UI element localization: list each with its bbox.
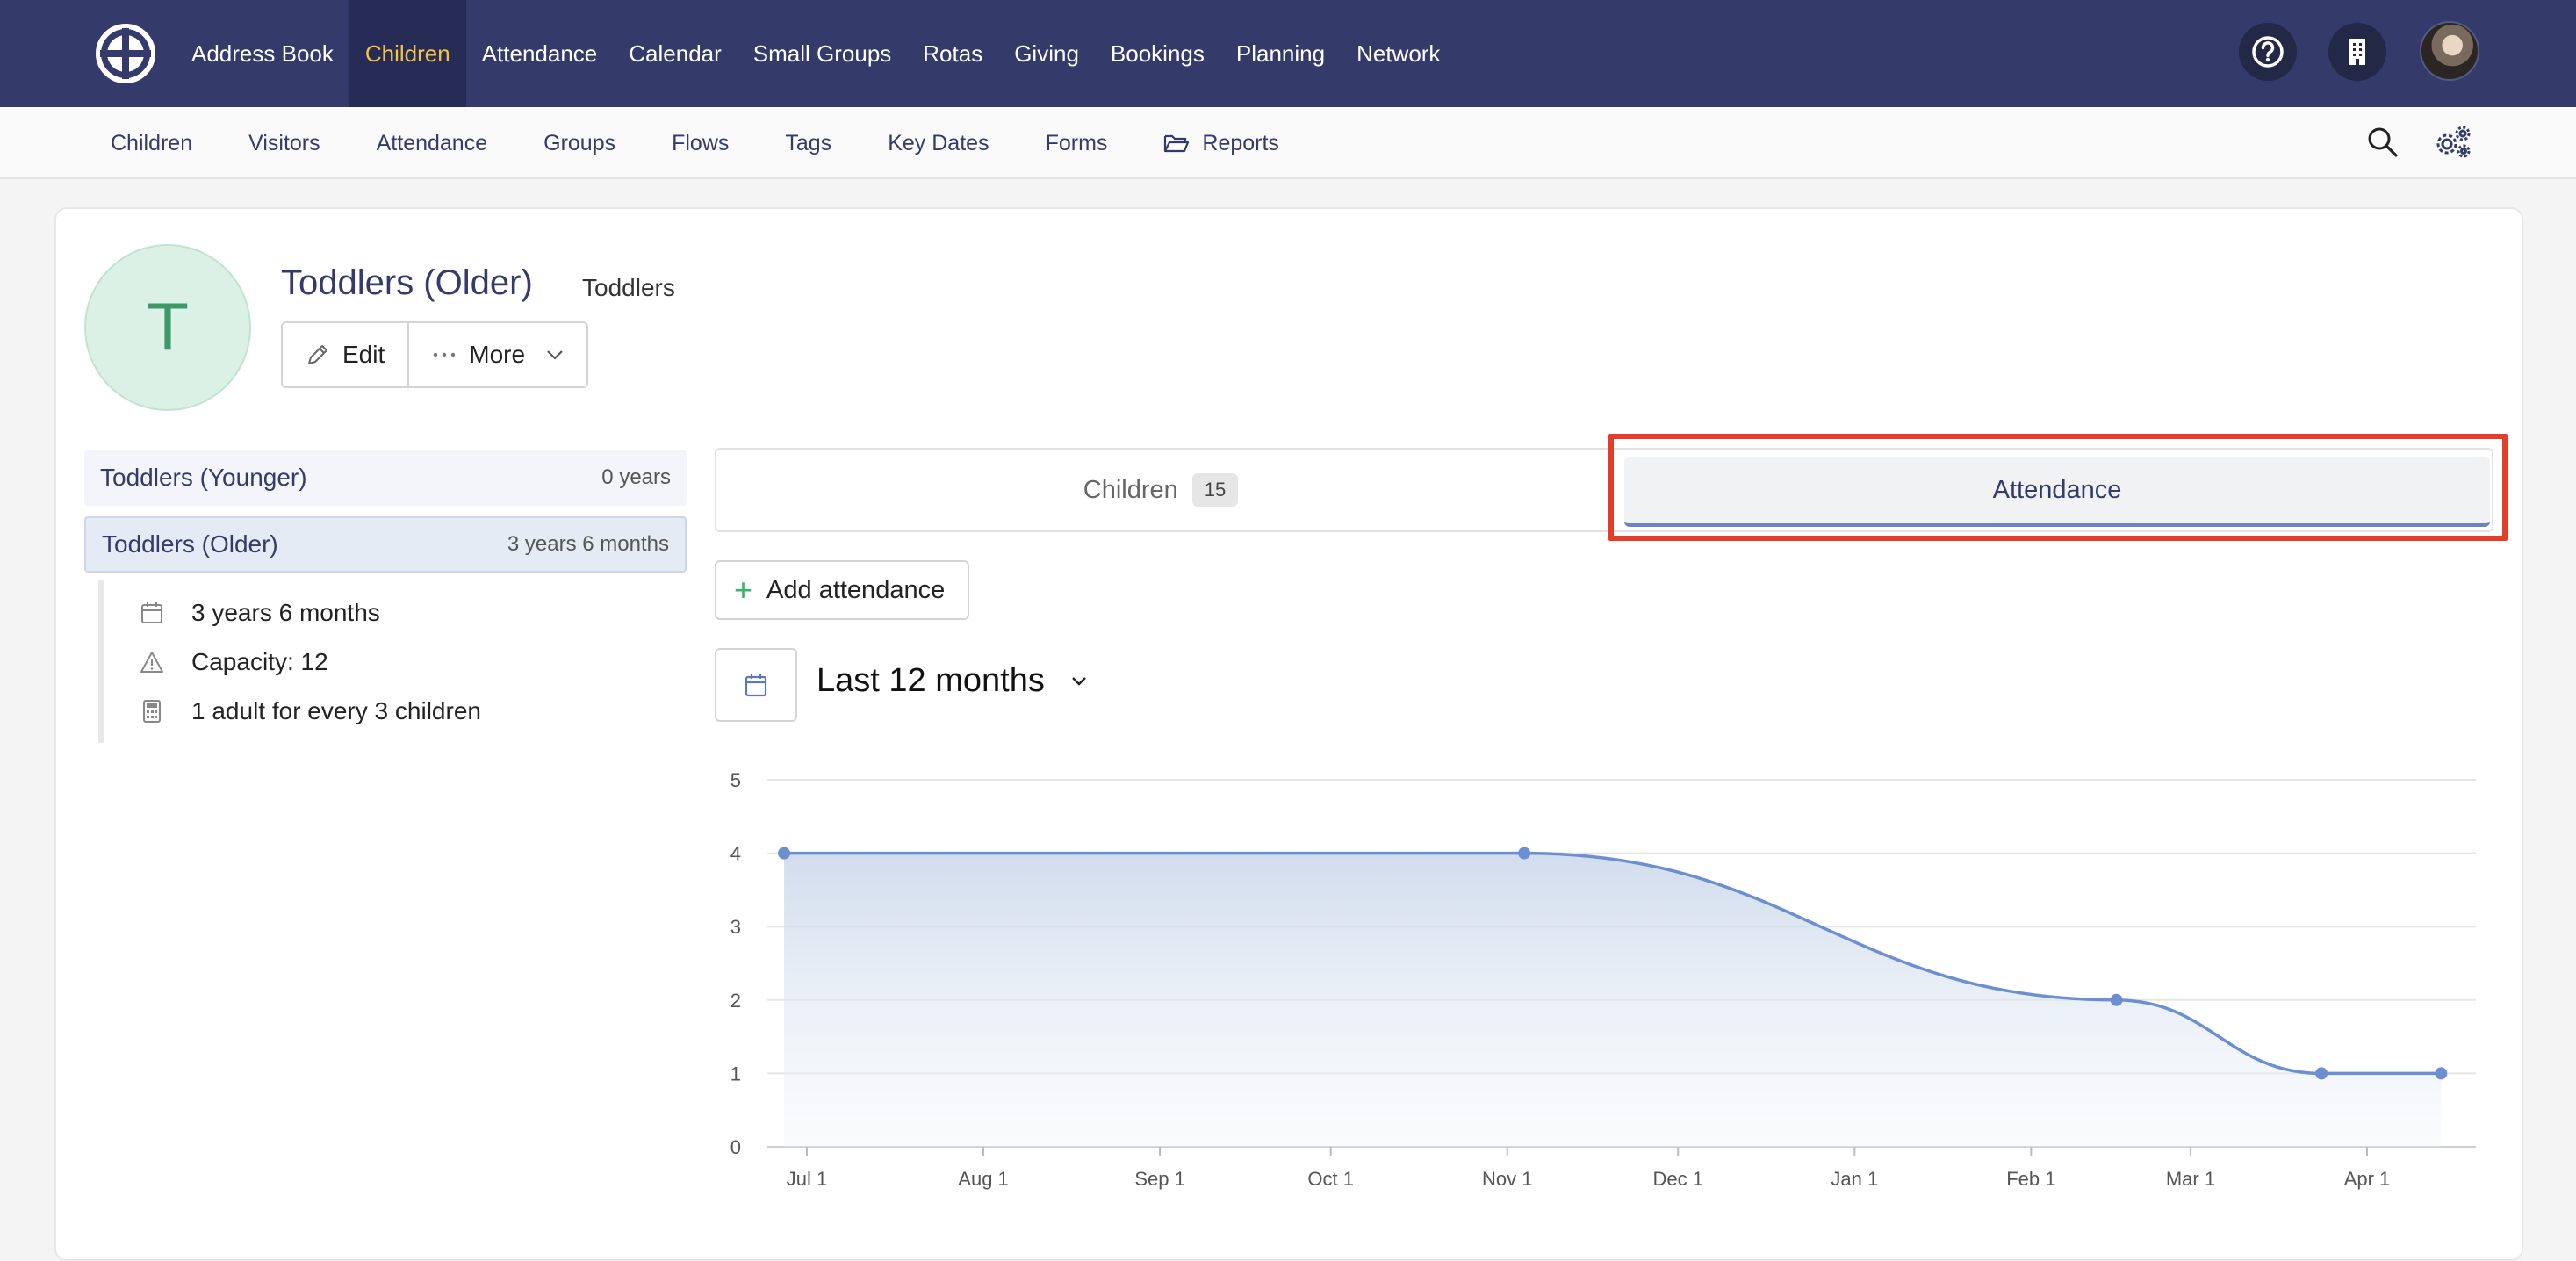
x-tick-label: Apr 1: [2344, 1168, 2391, 1190]
x-tick-label: Jan 1: [1831, 1168, 1878, 1190]
x-tick-label: Aug 1: [958, 1168, 1009, 1190]
group-details: 3 years 6 months Capacity: 12 1 adult fo…: [98, 580, 687, 743]
y-tick-label: 4: [730, 843, 741, 865]
nav-rotas[interactable]: Rotas: [907, 0, 998, 107]
subnav-key-dates[interactable]: Key Dates: [870, 107, 1006, 179]
add-attendance-label: Add attendance: [766, 575, 946, 604]
attendance-chart: 0 1 2 3 4 5 Jul 1 Aug 1 Sep 1 Oct 1 Nov 1 Dec 1 Jan …: [730, 769, 2476, 1190]
edit-button[interactable]: Edit: [283, 323, 407, 386]
y-tick-label: 1: [730, 1063, 741, 1084]
nav-attendance[interactable]: Attendance: [466, 0, 614, 107]
x-tick-label: Dec 1: [1653, 1168, 1703, 1190]
x-tick-label: Sep 1: [1134, 1168, 1185, 1190]
detail-capacity: Capacity: 12: [139, 645, 328, 680]
calendar-icon: [745, 674, 767, 697]
detail-text: Capacity: 12: [191, 648, 328, 675]
more-button[interactable]: More: [407, 323, 586, 386]
subnav-forms[interactable]: Forms: [1028, 107, 1126, 179]
group-category[interactable]: Toddlers: [582, 274, 675, 302]
edit-label: Edit: [342, 341, 385, 368]
top-navigation-bar: Address Book Children Attendance Calenda…: [0, 0, 2576, 107]
search-icon[interactable]: [2365, 125, 2400, 160]
attendance-tab-highlight: [1608, 434, 2508, 541]
settings-icon[interactable]: [2432, 123, 2474, 162]
x-tick-label: Oct 1: [1307, 1168, 1354, 1190]
subnav-flows[interactable]: Flows: [654, 107, 746, 179]
nav-planning[interactable]: Planning: [1220, 0, 1341, 107]
y-tick-label: 5: [730, 769, 741, 791]
nav-network[interactable]: Network: [1341, 0, 1456, 107]
building-icon: [2349, 39, 2365, 65]
chevron-down-icon: [1071, 676, 1086, 686]
data-point: [778, 847, 791, 860]
detail-text: 3 years 6 months: [191, 599, 380, 626]
warning-icon: [140, 652, 163, 673]
organisation-button[interactable]: [2328, 23, 2386, 81]
nav-children[interactable]: Children: [349, 0, 466, 107]
subnav-attendance[interactable]: Attendance: [359, 107, 506, 179]
nav-small-groups[interactable]: Small Groups: [738, 0, 908, 107]
nav-address-book[interactable]: Address Book: [176, 0, 349, 107]
group-age: 0 years: [601, 465, 671, 489]
tab-children[interactable]: Children 15: [716, 450, 1605, 530]
date-range-select[interactable]: Last 12 months: [817, 662, 1087, 700]
x-tick-label: Jul 1: [787, 1168, 827, 1190]
subnav-children[interactable]: Children: [93, 107, 210, 179]
app-logo-icon[interactable]: [95, 23, 156, 84]
date-range-label: Last 12 months: [817, 662, 1045, 699]
data-point: [1518, 847, 1531, 860]
folder-open-icon: [1164, 134, 1190, 153]
group-actions: Edit More: [281, 321, 589, 388]
y-tick-label: 2: [730, 990, 741, 1012]
nav-bookings[interactable]: Bookings: [1095, 0, 1220, 107]
x-tick-label: Nov 1: [1482, 1168, 1532, 1190]
more-label: More: [469, 341, 526, 368]
detail-age-range: 3 years 6 months: [139, 595, 380, 630]
children-count-badge: 15: [1191, 473, 1239, 507]
subnav-groups[interactable]: Groups: [526, 107, 633, 179]
page-title: Toddlers (Older): [281, 263, 533, 302]
data-point: [2435, 1067, 2448, 1080]
help-icon: [2252, 36, 2284, 68]
nav-giving[interactable]: Giving: [998, 0, 1095, 107]
data-point: [2110, 993, 2123, 1006]
data-point: [2315, 1067, 2328, 1080]
group-list-item-toddlers-older[interactable]: Toddlers (Older) 3 years 6 months: [84, 516, 687, 573]
group-name: Toddlers (Younger): [100, 464, 307, 491]
calculator-icon: [143, 700, 161, 723]
add-attendance-button[interactable]: + Add attendance: [715, 560, 969, 620]
pencil-icon: [308, 345, 327, 364]
y-tick-label: 3: [730, 916, 741, 938]
sub-nav: Children Visitors Attendance Groups Flow…: [93, 107, 1318, 179]
group-avatar: T: [84, 244, 251, 411]
group-age: 3 years 6 months: [507, 532, 669, 556]
subnav-visitors[interactable]: Visitors: [231, 107, 338, 179]
main-nav: Address Book Children Attendance Calenda…: [176, 0, 1456, 107]
x-tick-label: Mar 1: [2166, 1168, 2215, 1190]
group-name: Toddlers (Older): [102, 530, 278, 558]
user-avatar[interactable]: [2420, 21, 2479, 81]
calendar-icon: [141, 602, 162, 623]
subnav-tags[interactable]: Tags: [767, 107, 849, 179]
help-button[interactable]: [2239, 23, 2297, 81]
subnav-reports-label: Reports: [1202, 130, 1279, 155]
group-list-item-toddlers-younger[interactable]: Toddlers (Younger) 0 years: [84, 450, 687, 506]
detail-text: 1 adult for every 3 children: [191, 697, 481, 724]
x-tick-label: Feb 1: [2006, 1168, 2055, 1190]
y-tick-label: 0: [730, 1136, 741, 1158]
sub-navigation-bar: Children Visitors Attendance Groups Flow…: [0, 107, 2576, 179]
ellipsis-icon: [434, 352, 456, 357]
plus-icon: +: [734, 572, 753, 608]
subnav-reports[interactable]: Reports: [1146, 107, 1297, 179]
detail-ratio: 1 adult for every 3 children: [139, 694, 481, 729]
chevron-down-icon: [547, 350, 563, 360]
date-picker-button[interactable]: [715, 648, 797, 722]
tab-children-label: Children: [1083, 475, 1178, 504]
nav-calendar[interactable]: Calendar: [613, 0, 738, 107]
